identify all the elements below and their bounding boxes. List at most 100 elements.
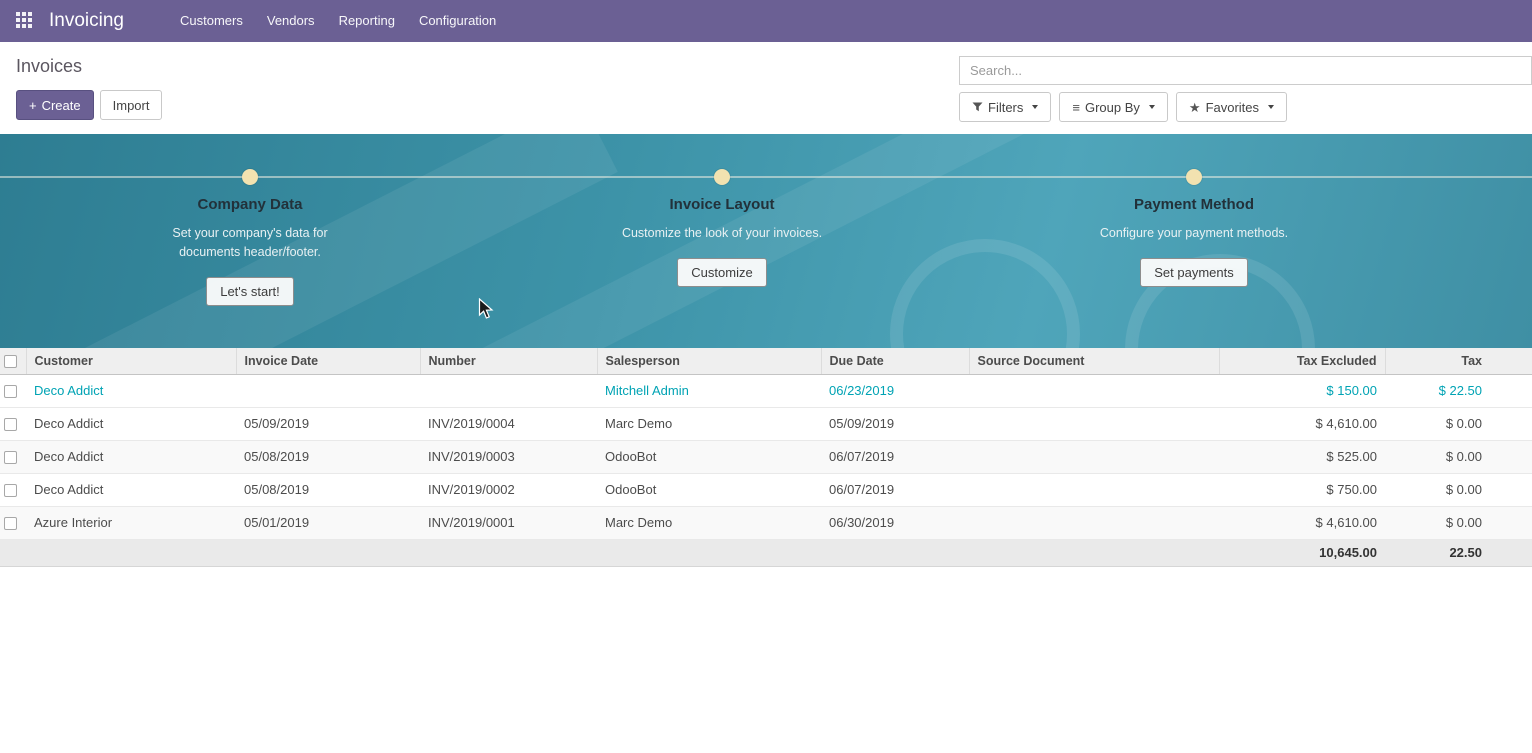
control-panel: Invoices + Create Import Filters ≡ Group… xyxy=(0,42,1532,122)
cell-tax-excluded: $ 4,610.00 xyxy=(1219,506,1385,539)
table-footer-row: 10,645.00 22.50 xyxy=(0,539,1532,566)
table-row[interactable]: Deco Addict 05/08/2019 INV/2019/0002 Odo… xyxy=(0,473,1532,506)
step-title: Payment Method xyxy=(1029,196,1359,213)
cell-source-document xyxy=(969,473,1219,506)
cell-source-document xyxy=(969,407,1219,440)
header-number[interactable]: Number xyxy=(420,348,597,374)
group-by-icon: ≡ xyxy=(1072,101,1080,114)
table-row[interactable]: Deco Addict Mitchell Admin 06/23/2019 $ … xyxy=(0,374,1532,407)
row-select-cell xyxy=(0,473,26,506)
cell-salesperson: OdooBot xyxy=(597,473,821,506)
menu-customers[interactable]: Customers xyxy=(168,0,255,42)
onboarding-banner: Company Data Set your company's data for… xyxy=(0,134,1532,348)
favorites-button[interactable]: ★ Favorites xyxy=(1176,92,1287,122)
step-title: Invoice Layout xyxy=(557,196,887,213)
caret-down-icon xyxy=(1149,105,1155,109)
total-tax-excluded: 10,645.00 xyxy=(1219,539,1385,566)
group-by-button[interactable]: ≡ Group By xyxy=(1059,92,1168,122)
navbar-menus: Customers Vendors Reporting Configuratio… xyxy=(168,0,508,42)
header-customer[interactable]: Customer xyxy=(26,348,236,374)
cell-invoice-date: 05/08/2019 xyxy=(236,440,420,473)
row-select-cell xyxy=(0,374,26,407)
header-tax[interactable]: Tax xyxy=(1385,348,1532,374)
cell-customer: Deco Addict xyxy=(26,374,236,407)
cell-due-date: 06/07/2019 xyxy=(821,440,969,473)
step-description: Set your company's data for documents he… xyxy=(142,224,358,262)
invoice-list-table: Customer Invoice Date Number Salesperson… xyxy=(0,348,1532,567)
header-salesperson[interactable]: Salesperson xyxy=(597,348,821,374)
select-all-cell xyxy=(0,348,26,374)
cell-customer: Deco Addict xyxy=(26,440,236,473)
cell-number xyxy=(420,374,597,407)
cell-tax-excluded: $ 4,610.00 xyxy=(1219,407,1385,440)
filter-funnel-icon xyxy=(972,102,983,112)
app-title[interactable]: Invoicing xyxy=(49,10,124,32)
onboarding-timeline xyxy=(0,176,1532,178)
filters-button[interactable]: Filters xyxy=(959,92,1051,122)
step-description: Customize the look of your invoices. xyxy=(614,224,830,243)
row-checkbox[interactable] xyxy=(4,385,17,398)
cell-invoice-date: 05/09/2019 xyxy=(236,407,420,440)
row-select-cell xyxy=(0,407,26,440)
cell-due-date: 06/07/2019 xyxy=(821,473,969,506)
cell-invoice-date: 05/01/2019 xyxy=(236,506,420,539)
header-tax-excluded[interactable]: Tax Excluded xyxy=(1219,348,1385,374)
top-navbar: Invoicing Customers Vendors Reporting Co… xyxy=(0,0,1532,42)
caret-down-icon xyxy=(1268,105,1274,109)
page-title: Invoices xyxy=(16,56,162,77)
menu-configuration[interactable]: Configuration xyxy=(407,0,508,42)
table-row[interactable]: Azure Interior 05/01/2019 INV/2019/0001 … xyxy=(0,506,1532,539)
header-invoice-date[interactable]: Invoice Date xyxy=(236,348,420,374)
import-button[interactable]: Import xyxy=(100,90,163,120)
row-checkbox[interactable] xyxy=(4,484,17,497)
onboarding-step-payment-method: Payment Method Configure your payment me… xyxy=(1029,196,1359,287)
apps-menu-icon[interactable] xyxy=(16,12,34,30)
search-input[interactable] xyxy=(959,56,1532,85)
header-due-date[interactable]: Due Date xyxy=(821,348,969,374)
cell-salesperson: Mitchell Admin xyxy=(597,374,821,407)
lets-start-button[interactable]: Let's start! xyxy=(206,277,294,306)
step-dot-payment-method xyxy=(1186,169,1202,185)
cell-due-date: 06/23/2019 xyxy=(821,374,969,407)
customize-button[interactable]: Customize xyxy=(677,258,766,287)
set-payments-button[interactable]: Set payments xyxy=(1140,258,1248,287)
cell-number: INV/2019/0004 xyxy=(420,407,597,440)
cell-tax: $ 0.00 xyxy=(1385,440,1532,473)
plus-icon: + xyxy=(29,99,37,112)
cell-source-document xyxy=(969,506,1219,539)
step-dot-company-data xyxy=(242,169,258,185)
star-icon: ★ xyxy=(1189,101,1201,114)
table-row[interactable]: Deco Addict 05/08/2019 INV/2019/0003 Odo… xyxy=(0,440,1532,473)
row-checkbox[interactable] xyxy=(4,451,17,464)
cell-number: INV/2019/0003 xyxy=(420,440,597,473)
cell-invoice-date xyxy=(236,374,420,407)
cell-customer: Azure Interior xyxy=(26,506,236,539)
onboarding-step-invoice-layout: Invoice Layout Customize the look of you… xyxy=(557,196,887,287)
create-button[interactable]: + Create xyxy=(16,90,94,120)
footer-spacer xyxy=(0,539,1219,566)
step-title: Company Data xyxy=(85,196,415,213)
cell-tax: $ 0.00 xyxy=(1385,506,1532,539)
cell-salesperson: OdooBot xyxy=(597,440,821,473)
cell-number: INV/2019/0002 xyxy=(420,473,597,506)
table-row[interactable]: Deco Addict 05/09/2019 INV/2019/0004 Mar… xyxy=(0,407,1532,440)
menu-vendors[interactable]: Vendors xyxy=(255,0,327,42)
cell-tax-excluded: $ 525.00 xyxy=(1219,440,1385,473)
header-source-document[interactable]: Source Document xyxy=(969,348,1219,374)
cell-tax: $ 0.00 xyxy=(1385,473,1532,506)
menu-reporting[interactable]: Reporting xyxy=(327,0,407,42)
table-header-row: Customer Invoice Date Number Salesperson… xyxy=(0,348,1532,374)
cell-customer: Deco Addict xyxy=(26,473,236,506)
row-checkbox[interactable] xyxy=(4,517,17,530)
cell-invoice-date: 05/08/2019 xyxy=(236,473,420,506)
row-select-cell xyxy=(0,506,26,539)
select-all-checkbox[interactable] xyxy=(4,355,17,368)
cell-salesperson: Marc Demo xyxy=(597,506,821,539)
caret-down-icon xyxy=(1032,105,1038,109)
cell-tax-excluded: $ 150.00 xyxy=(1219,374,1385,407)
cell-number: INV/2019/0001 xyxy=(420,506,597,539)
cell-tax: $ 22.50 xyxy=(1385,374,1532,407)
cell-tax: $ 0.00 xyxy=(1385,407,1532,440)
row-checkbox[interactable] xyxy=(4,418,17,431)
cell-salesperson: Marc Demo xyxy=(597,407,821,440)
